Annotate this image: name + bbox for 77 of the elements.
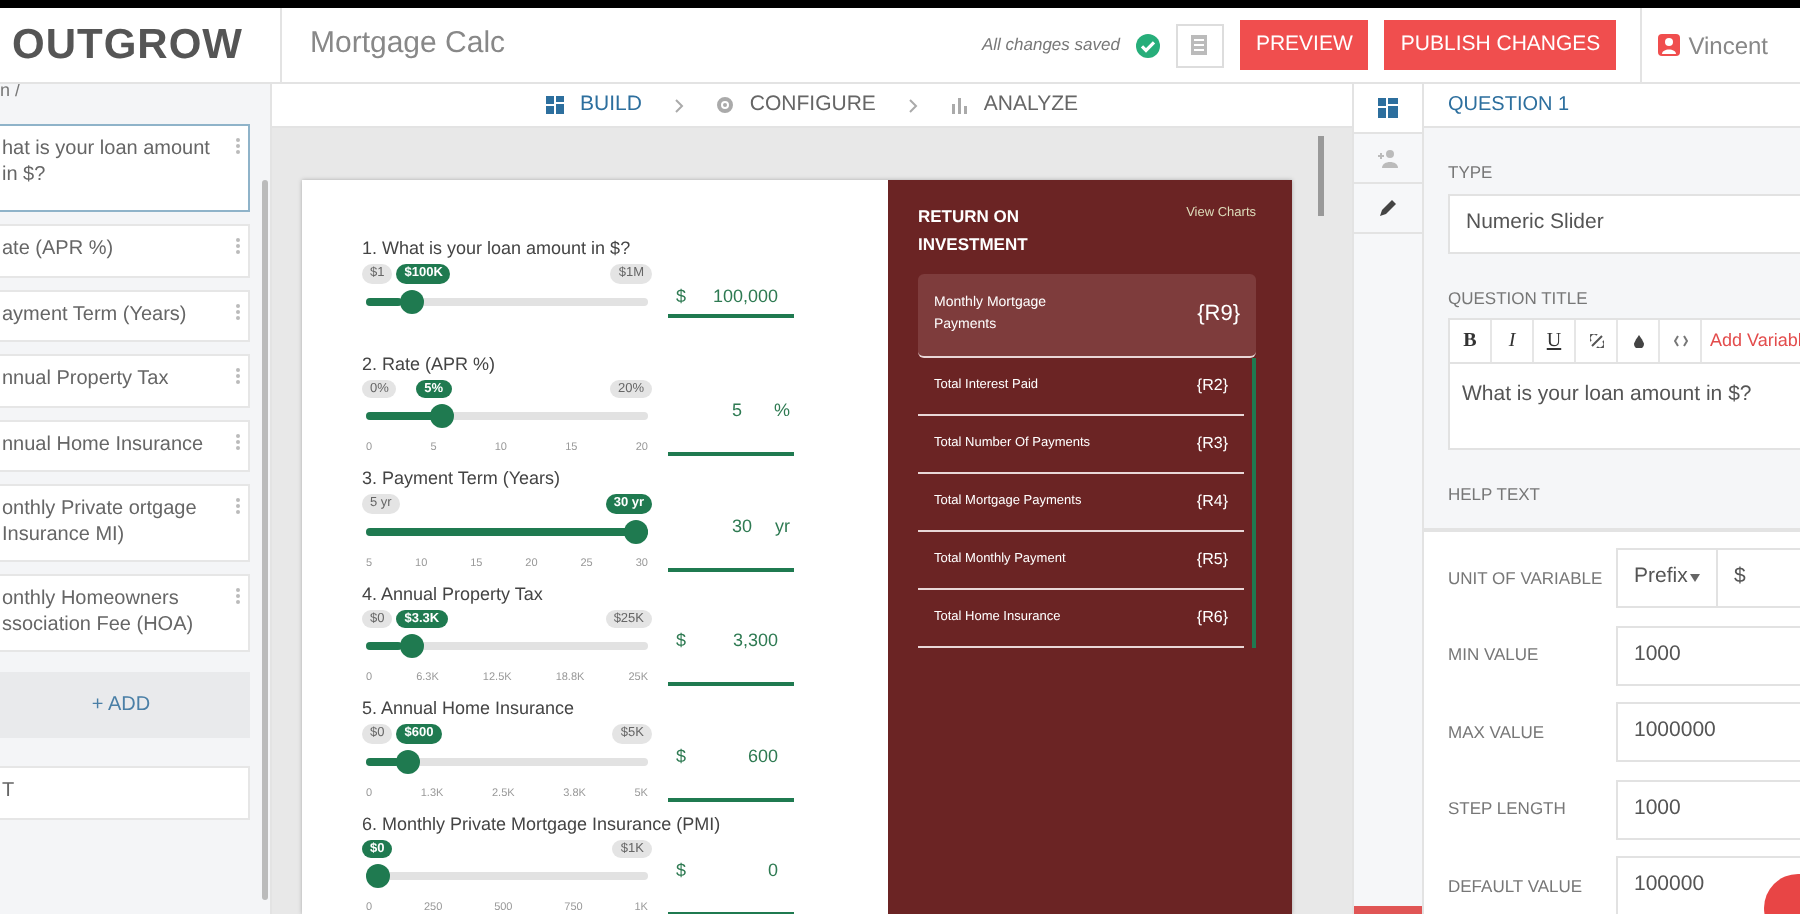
step-tab[interactable]: CONFIGURE [715, 89, 876, 121]
step-tab[interactable]: ANALYZE [949, 89, 1078, 121]
gear-icon [715, 96, 734, 114]
scrollbar[interactable] [1318, 136, 1324, 216]
scrollbar[interactable] [262, 180, 268, 900]
preview-button[interactable]: PREVIEW [1239, 19, 1369, 71]
grid-icon [1378, 98, 1398, 118]
step-tab[interactable]: BUILD [545, 89, 642, 121]
field-label: HELP TEXT [1448, 482, 1542, 508]
user-name[interactable]: Vincent [1688, 27, 1768, 63]
sidebar-item[interactable]: onthly Homeowners ssociation Fee (HOA) [0, 574, 250, 652]
value-field[interactable]: $ 0 [668, 858, 794, 914]
type-select[interactable]: Numeric Slider [1448, 193, 1800, 253]
value-field[interactable]: $ 3,300 [668, 628, 794, 687]
add-user-icon [1378, 148, 1398, 168]
logo: OUTGROW [10, 19, 245, 72]
value-field[interactable]: $ 100,000 [668, 283, 794, 318]
chevron-icon [907, 97, 918, 113]
sidebar-item[interactable]: T [0, 766, 250, 819]
sidebar-item[interactable]: nnual Property Tax [0, 354, 250, 407]
slider-handle[interactable] [430, 404, 455, 428]
question-text-editor[interactable]: What is your loan amount in $? [1448, 362, 1800, 451]
caret-icon [1690, 574, 1700, 583]
unit-field[interactable]: $ [1716, 548, 1800, 609]
question-title: 1. What is your loan amount in $? [362, 236, 633, 262]
field-label: QUESTION TITLE [1448, 285, 1590, 311]
add-button[interactable]: + ADD [0, 672, 250, 738]
unit-select[interactable]: Prefix [1616, 548, 1716, 609]
field-label: STEP LENGTH [1448, 798, 1568, 821]
number-field[interactable]: 1000000 [1616, 702, 1800, 763]
sidebar-item[interactable]: ate (APR %) [0, 224, 250, 277]
slider[interactable] [366, 634, 648, 658]
pencil-icon [1378, 198, 1398, 218]
publish-button[interactable]: PUBLISH CHANGES [1384, 19, 1617, 71]
sidebar-item[interactable]: nnual Home Insurance [0, 419, 250, 472]
document-icon [1190, 34, 1209, 56]
field-label: MIN VALUE [1448, 644, 1541, 667]
results-title: RETURN ON INVESTMENT [918, 204, 1030, 258]
number-field[interactable]: 1000 [1616, 779, 1800, 840]
save-status: All changes saved [981, 32, 1120, 58]
slider-handle[interactable] [366, 864, 390, 888]
slider[interactable] [366, 289, 648, 313]
side-tab[interactable] [1354, 84, 1422, 134]
grid-icon [545, 96, 564, 114]
value-field[interactable]: 5 % [668, 398, 794, 457]
bar-chart-icon [949, 96, 968, 114]
field-label: MAX VALUE [1448, 721, 1547, 744]
slider[interactable] [366, 404, 648, 428]
number-field[interactable]: 1000 [1616, 625, 1800, 686]
drop-icon [1631, 334, 1645, 349]
slider-handle[interactable] [399, 634, 424, 658]
question-title: 3. Payment Term (Years) [362, 466, 563, 492]
link-icon [1589, 334, 1603, 349]
slider[interactable] [366, 864, 648, 888]
slider-handle[interactable] [399, 289, 424, 313]
question-title: 4. Annual Property Tax [362, 581, 545, 608]
slider-handle[interactable] [396, 749, 421, 773]
question-title: 2. Rate (APR %) [362, 351, 498, 378]
slider[interactable] [366, 749, 648, 773]
slider-handle[interactable] [624, 519, 648, 543]
sidebar-item[interactable]: onthly Private ortgage Insurance MI) [0, 484, 250, 562]
slider[interactable] [366, 519, 648, 543]
field-label: TYPE [1448, 160, 1495, 186]
field-label: UNIT OF VARIABLE [1448, 567, 1605, 590]
field-label: DEFAULT VALUE [1448, 875, 1585, 898]
user-icon [1658, 34, 1681, 56]
value-field[interactable]: $ 600 [668, 743, 794, 802]
check-icon [1135, 33, 1160, 57]
chevron-icon [673, 97, 684, 113]
sidebar-item[interactable]: hat is your loan amount in $? [0, 124, 250, 212]
project-title: Mortgage Calc [280, 8, 506, 82]
code-icon [1673, 334, 1687, 349]
question-title: 6. Monthly Private Mortgage Insurance (PMI) [362, 811, 723, 838]
sidebar-item[interactable]: ayment Term (Years) [0, 289, 250, 342]
value-field[interactable]: 30 yr [668, 513, 794, 572]
question-title: 5. Annual Home Insurance [362, 696, 577, 722]
scrollbar[interactable] [1252, 358, 1256, 649]
